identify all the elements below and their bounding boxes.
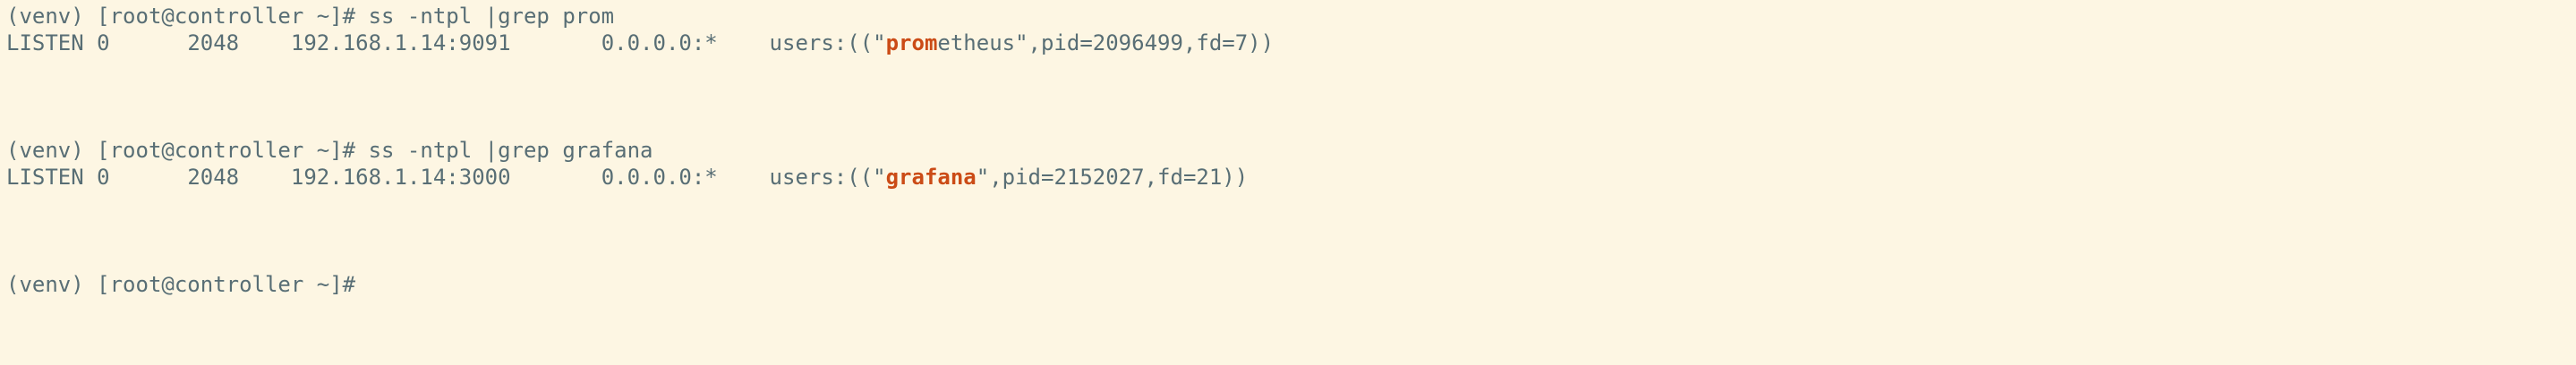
grep-match-highlight: grafana — [885, 165, 977, 190]
peer-address: 0.0.0.0:* — [601, 165, 718, 190]
users-rest: etheus",pid=2096499,fd=7)) — [937, 30, 1275, 55]
peer-address: 0.0.0.0:* — [601, 30, 718, 55]
command-text: ss -ntpl |grep prom — [368, 4, 615, 29]
socket-state: LISTEN — [6, 30, 84, 55]
users-prefix: users:((" — [769, 165, 886, 190]
users-prefix: users:((" — [769, 30, 886, 55]
local-address: 192.168.1.14:3000 — [290, 165, 511, 190]
grep-match-highlight: prom — [885, 30, 938, 55]
output-line: LISTEN 0 2048 192.168.1.14:3000 0.0.0.0:… — [6, 164, 1248, 191]
terminal-window[interactable]: (venv) [root@controller ~]# ss -ntpl |gr… — [0, 0, 2576, 365]
command-line[interactable]: (venv) [root@controller ~]# — [6, 271, 355, 298]
output-line: LISTEN 0 2048 192.168.1.14:9091 0.0.0.0:… — [6, 30, 1274, 56]
shell-prompt: (venv) [root@controller ~]# — [6, 138, 369, 163]
shell-prompt: (venv) [root@controller ~]# — [6, 272, 356, 297]
recv-q: 0 — [97, 30, 110, 55]
command-line: (venv) [root@controller ~]# ss -ntpl |gr… — [6, 137, 653, 164]
users-rest: ",pid=2152027,fd=21)) — [976, 165, 1249, 190]
shell-prompt: (venv) [root@controller ~]# — [6, 4, 369, 29]
send-q: 2048 — [187, 30, 240, 55]
command-text: ss -ntpl |grep grafana — [368, 138, 653, 163]
send-q: 2048 — [187, 165, 240, 190]
socket-state: LISTEN — [6, 165, 84, 190]
local-address: 192.168.1.14:9091 — [290, 30, 511, 55]
command-line: (venv) [root@controller ~]# ss -ntpl |gr… — [6, 3, 614, 30]
recv-q: 0 — [97, 165, 110, 190]
